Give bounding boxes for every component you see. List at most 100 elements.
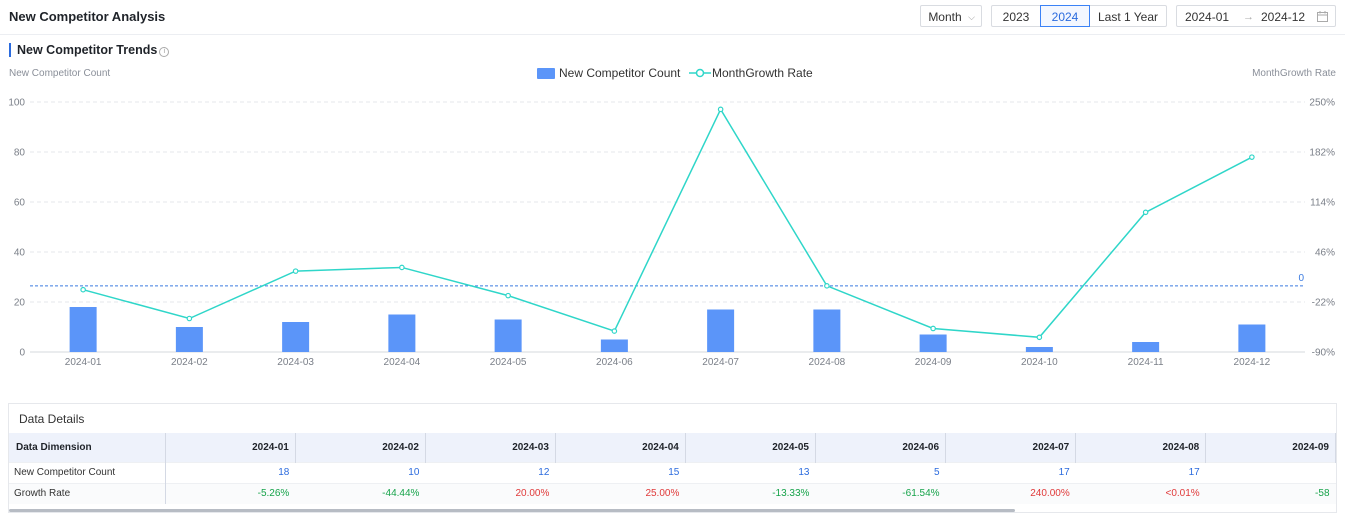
legend-bar-swatch xyxy=(537,68,555,79)
table-row: New Competitor Count 18 10 12 15 13 5 17 17 xyxy=(9,461,1336,483)
section-title-text: New Competitor Trends xyxy=(17,43,158,57)
table-cell: -58 xyxy=(1205,482,1336,504)
horizontal-scrollbar[interactable] xyxy=(9,509,1015,512)
x-axis-tick-label: 2024-03 xyxy=(277,357,314,368)
x-axis-tick-label: 2024-05 xyxy=(490,357,527,368)
column-header[interactable]: 2024-02 xyxy=(295,433,426,462)
growth-rate-point xyxy=(505,292,511,299)
legend-line-swatch xyxy=(689,68,711,78)
table-cell: 17 xyxy=(945,461,1076,483)
x-axis-tick-label: 2024-08 xyxy=(809,357,846,368)
section-title: New Competitor Trends i xyxy=(9,43,170,57)
left-axis-tick-label: 60 xyxy=(14,198,26,209)
right-axis-tick-label: 46% xyxy=(1315,248,1335,259)
bar xyxy=(600,339,628,352)
left-axis-tick-label: 0 xyxy=(19,348,25,359)
growth-rate-line xyxy=(82,107,1253,339)
chevron-down-icon: ⌵ xyxy=(968,12,975,22)
table-cell: 15 xyxy=(555,461,686,483)
legend-label-growth: MonthGrowth Rate xyxy=(712,66,813,80)
last-1-year-button[interactable]: Last 1 Year xyxy=(1089,5,1167,27)
data-details-table: Data Dimension 2024-01 2024-02 2024-03 2024-… xyxy=(9,433,1336,504)
growth-rate-point xyxy=(186,315,193,322)
bar xyxy=(1238,324,1266,352)
column-header[interactable]: 2024-06 xyxy=(815,433,947,462)
table-cell xyxy=(1205,461,1336,483)
table-cell: 25.00% xyxy=(555,482,686,504)
column-header[interactable]: 2024-07 xyxy=(945,433,1077,462)
growth-rate-point xyxy=(824,283,830,289)
bar xyxy=(69,307,97,352)
x-axis-tick-label: 2024-01 xyxy=(65,357,102,368)
table-header-row: Data Dimension 2024-01 2024-02 2024-03 2024-… xyxy=(9,433,1336,462)
right-axis-tick-label: 250% xyxy=(1309,98,1335,109)
table-cell: 12 xyxy=(425,461,556,483)
growth-rate-point xyxy=(1036,334,1043,341)
period-select-value: Month xyxy=(928,10,962,24)
left-axis-title: New Competitor Count xyxy=(9,68,111,79)
right-axis-tick-label: -90% xyxy=(1312,348,1335,359)
bar xyxy=(919,334,947,352)
right-axis-tick-label: 114% xyxy=(1310,198,1335,209)
left-axis-tick-label: 80 xyxy=(14,148,26,159)
growth-rate-point xyxy=(930,325,936,332)
column-header[interactable]: 2024-01 xyxy=(165,433,296,462)
growth-rate-point xyxy=(717,106,724,113)
trend-chart: 100 250% 80 182% 60 114% 40 46% 20 -22% 0 -90% 0 2024… xyxy=(8,98,1335,369)
legend-label-count: New Competitor Count xyxy=(559,66,681,80)
table-cell: -61.54% xyxy=(815,482,946,504)
dimension-header: Data Dimension xyxy=(9,433,166,462)
year-button-2023[interactable]: 2023 xyxy=(991,5,1041,27)
bar xyxy=(282,322,310,352)
table-cell: 13 xyxy=(685,461,816,483)
column-header[interactable]: 2024-05 xyxy=(685,433,816,462)
growth-rate-point xyxy=(80,286,86,293)
x-axis-tick-label: 2024-11 xyxy=(1128,357,1164,368)
date-range-picker[interactable]: 2024-01 → 2024-12 xyxy=(1176,5,1336,27)
year-button-2024[interactable]: 2024 xyxy=(1040,5,1090,27)
row-label: Growth Rate xyxy=(9,482,166,504)
x-axis-tick-label: 2024-06 xyxy=(596,357,633,368)
row-label: New Competitor Count xyxy=(9,461,166,483)
page-title: New Competitor Analysis xyxy=(9,9,166,24)
top-bar: New Competitor Analysis Month ⌵ 2023 202… xyxy=(0,0,1345,35)
date-start[interactable]: 2024-01 xyxy=(1185,6,1229,28)
left-axis-tick-label: 100 xyxy=(8,98,25,109)
info-icon[interactable]: i xyxy=(159,47,170,57)
column-header[interactable]: 2024-08 xyxy=(1075,433,1207,462)
x-axis-tick-label: 2024-09 xyxy=(915,357,952,368)
table-cell: 17 xyxy=(1075,461,1206,483)
period-select[interactable]: Month ⌵ xyxy=(920,5,982,27)
x-axis-tick-label: 2024-07 xyxy=(702,357,739,368)
table-cell: 10 xyxy=(295,461,426,483)
x-axis-tick-label: 2024-10 xyxy=(1021,357,1058,368)
right-axis-tick-label: -22% xyxy=(1312,298,1335,309)
bar xyxy=(1132,342,1160,352)
bar xyxy=(1025,347,1053,352)
left-axis-tick-label: 20 xyxy=(14,298,26,309)
x-axis-tick-label: 2024-12 xyxy=(1234,357,1271,368)
table-cell: 18 xyxy=(165,461,296,483)
growth-rate-point xyxy=(1249,154,1255,160)
bar xyxy=(813,309,841,352)
date-end[interactable]: 2024-12 xyxy=(1261,6,1305,28)
table-cell: 240.00% xyxy=(945,482,1076,504)
column-header[interactable]: 2024-04 xyxy=(555,433,686,462)
table-cell: -5.26% xyxy=(165,482,296,504)
bar xyxy=(707,309,735,352)
reference-line-label: 0 xyxy=(1298,273,1304,284)
column-header[interactable]: 2024-09 xyxy=(1205,433,1336,462)
growth-rate-point xyxy=(292,268,299,274)
growth-rate-point xyxy=(399,264,405,271)
table-row: Growth Rate -5.26% -44.44% 20.00% 25.00% -13.… xyxy=(9,482,1336,504)
left-axis-tick-label: 40 xyxy=(14,248,26,259)
table-cell: 5 xyxy=(815,461,946,483)
table-cell: -13.33% xyxy=(685,482,816,504)
column-header[interactable]: 2024-03 xyxy=(425,433,556,462)
right-axis-tick-label: 182% xyxy=(1309,148,1335,159)
bar xyxy=(175,327,203,352)
table-cell: 20.00% xyxy=(425,482,556,504)
table-cell: -44.44% xyxy=(295,482,426,504)
data-details-title: Data Details xyxy=(19,412,85,426)
calendar-icon[interactable] xyxy=(1317,6,1328,29)
